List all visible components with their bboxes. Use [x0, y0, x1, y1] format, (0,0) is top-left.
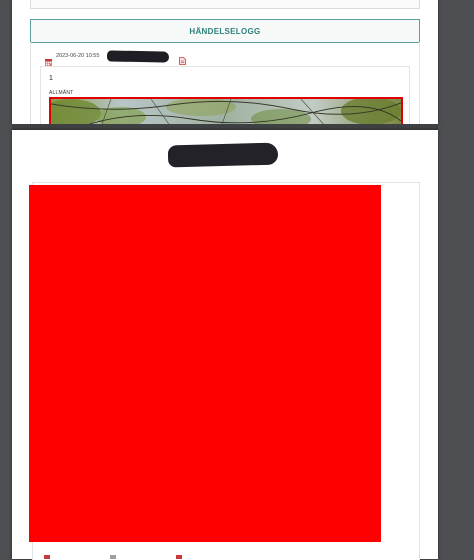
entry-photo[interactable]	[49, 97, 403, 127]
redacted-author-name	[107, 49, 170, 63]
redacted-page-header	[167, 142, 279, 168]
log-entry-date: 2023-06-20 10:55	[56, 53, 100, 59]
entry-number: 1	[49, 75, 53, 82]
attached-image[interactable]	[29, 185, 381, 542]
entry-category: ALLMÄNT	[49, 90, 74, 96]
document-icon[interactable]	[176, 555, 182, 559]
document-page-1: HÄNDELSELOGG 2023-06-20 10:55 1 ALLMÄNT	[12, 0, 438, 127]
calendar-icon	[44, 555, 50, 559]
section-header: HÄNDELSELOGG	[30, 19, 420, 43]
section-title: HÄNDELSELOGG	[189, 26, 261, 36]
log-entry-card: 1 ALLMÄNT	[40, 66, 410, 127]
user-icon	[110, 555, 116, 559]
next-entry-meta	[44, 555, 182, 560]
calendar-icon	[45, 53, 52, 66]
previous-section-edge	[30, 0, 420, 9]
document-icon[interactable]	[179, 52, 187, 65]
log-entry-meta: 2023-06-20 10:55	[45, 49, 187, 66]
document-page-2	[12, 130, 438, 560]
